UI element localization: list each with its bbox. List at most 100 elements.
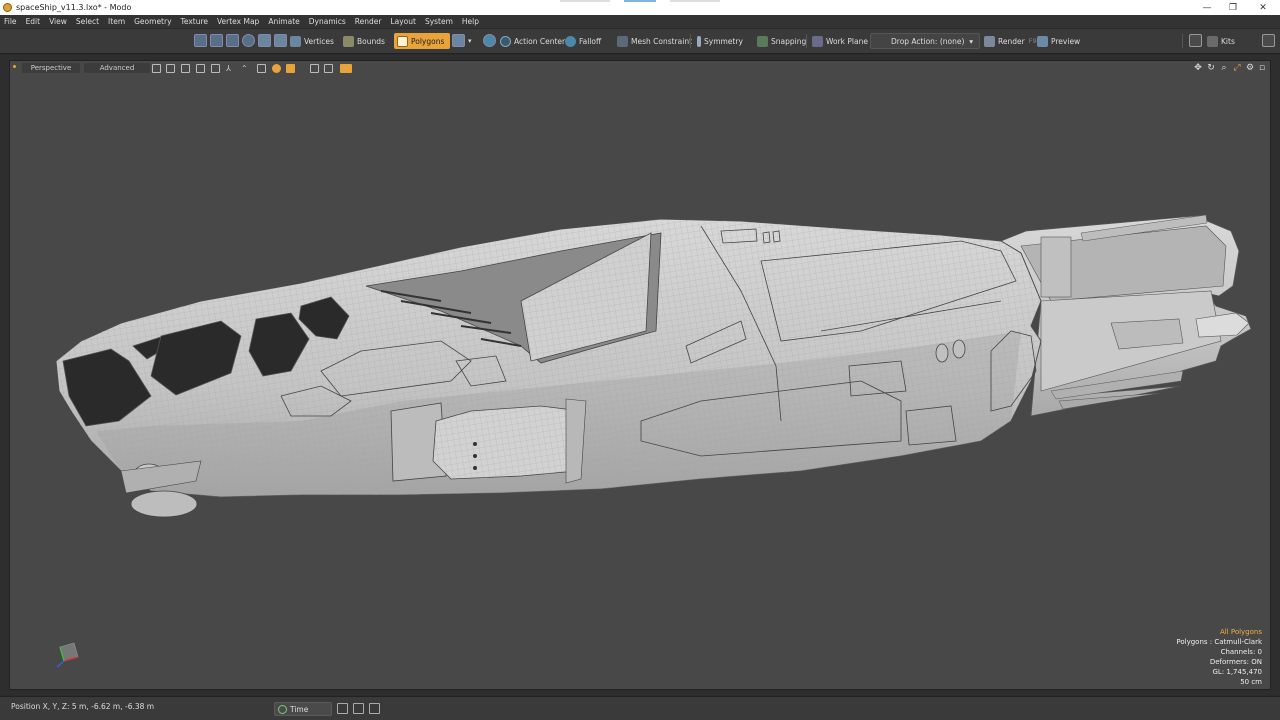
wireframe-toggle-icon[interactable] <box>181 64 190 73</box>
symmetry-button[interactable]: Symmetry <box>697 33 743 49</box>
snapping-label: Snapping <box>771 36 807 46</box>
pivot-icon[interactable] <box>483 34 496 47</box>
mode-dropdown-arrow[interactable]: ▾ <box>468 33 472 49</box>
polygons-button[interactable]: Polygons <box>394 33 451 49</box>
modo-app-icon <box>3 3 12 12</box>
menu-system[interactable]: System <box>425 17 453 26</box>
viewport-settings-icon[interactable]: ⚙ <box>1245 63 1255 73</box>
toolbar-separator <box>690 34 691 48</box>
lights-toggle-icon[interactable] <box>211 64 220 73</box>
hud-polygons: Polygons : Catmull-Clark <box>1176 638 1262 646</box>
spaceship-model <box>55 214 1252 518</box>
titlebar-hint-left <box>560 0 610 2</box>
close-button[interactable]: ✕ <box>1246 0 1280 15</box>
bounds-icon <box>343 35 354 47</box>
toolbar-separator <box>806 34 807 48</box>
bounds-button[interactable]: Bounds <box>343 33 385 49</box>
menu-texture[interactable]: Texture <box>181 17 208 26</box>
hud-scale: 50 cm <box>1240 678 1262 686</box>
preview-button[interactable]: Preview <box>1037 33 1080 49</box>
mesh-constraint-button[interactable]: Mesh Constraint <box>617 33 692 49</box>
layout-panel-icon[interactable] <box>337 703 348 714</box>
menu-geometry[interactable]: Geometry <box>134 17 171 26</box>
rotate-icon[interactable] <box>242 34 255 47</box>
shading-mode-dropdown[interactable]: Advanced <box>84 63 150 73</box>
view-mode-dropdown[interactable]: Perspective <box>22 63 80 73</box>
menu-help[interactable]: Help <box>462 17 479 26</box>
position-readout: Position X, Y, Z: 5 m, -6.62 m, -6.38 m <box>11 702 155 711</box>
menu-select[interactable]: Select <box>76 17 99 26</box>
action-center-button[interactable]: Action Center <box>500 33 565 49</box>
vertices-button[interactable]: Vertices <box>290 33 334 49</box>
textures-toggle-icon[interactable] <box>196 64 205 73</box>
maximize-viewport-icon[interactable]: ▫ <box>1257 63 1267 73</box>
mesh-constraint-icon <box>617 35 628 47</box>
render-icon <box>984 35 995 47</box>
titlebar-hint-right <box>670 0 720 2</box>
work-plane-button[interactable]: Work Plane <box>812 33 868 49</box>
restore-button[interactable]: ❐ <box>1216 0 1250 15</box>
work-plane-icon <box>812 35 823 47</box>
hud-channels: Channels: 0 <box>1220 648 1262 656</box>
polygon-display-icon[interactable] <box>286 64 295 73</box>
timeline-panel-icon[interactable] <box>353 703 364 714</box>
kits-button[interactable]: Kits <box>1207 33 1235 49</box>
safe-area-icon[interactable] <box>324 64 333 73</box>
selection-highlight-icon[interactable] <box>272 64 281 73</box>
action-center-icon <box>500 35 511 47</box>
drop-action-dropdown[interactable]: Drop Action: (none) ▾ <box>870 33 980 49</box>
bounds-label: Bounds <box>357 36 385 46</box>
drop-action-label: Drop Action: (none) <box>891 36 965 46</box>
hud-gl: GL: 1,745,470 <box>1212 668 1262 676</box>
3d-viewport[interactable]: Perspective Advanced ⅄ ⌃ ✥ ↻ ⌕ ⤢ ⚙ ▫ All… <box>9 60 1271 690</box>
menu-bar: File Edit View Select Item Geometry Text… <box>0 15 1280 29</box>
side-pod <box>390 398 587 484</box>
backdrop-toggle-icon[interactable] <box>257 64 266 73</box>
edges-mode-icon[interactable] <box>274 34 287 47</box>
preview-label: Preview <box>1051 36 1081 46</box>
pan-icon[interactable]: ✥ <box>1193 63 1203 73</box>
skeleton-icon[interactable]: ⅄ <box>226 64 235 73</box>
gizmo-z-axis <box>56 660 65 668</box>
orientation-gizmo <box>56 642 79 668</box>
menu-edit[interactable]: Edit <box>26 17 41 26</box>
menu-dynamics[interactable]: Dynamics <box>309 17 346 26</box>
time-label: Time <box>290 704 309 714</box>
snapping-button[interactable]: Snapping <box>757 33 806 49</box>
element-icon[interactable] <box>258 34 271 47</box>
symmetry-label: Symmetry <box>704 36 743 46</box>
render-region-icon[interactable] <box>310 64 319 73</box>
auto-select-icon[interactable] <box>194 34 207 47</box>
time-button[interactable]: Time <box>274 702 332 716</box>
fit-view-icon[interactable]: ⤢ <box>1232 63 1242 73</box>
search-icon[interactable] <box>1189 34 1202 47</box>
camera-icon[interactable]: ⌃ <box>241 64 250 73</box>
mesh-constraint-label: Mesh Constraint <box>631 36 693 46</box>
kits-icon <box>1207 35 1218 47</box>
grid-toggle-icon[interactable] <box>152 64 161 73</box>
polygons-label: Polygons <box>411 36 445 46</box>
menu-render[interactable]: Render <box>355 17 382 26</box>
viewport-info-hud: All Polygons Polygons : Catmull-Clark Ch… <box>1176 627 1262 687</box>
menu-file[interactable]: File <box>4 17 17 26</box>
menu-item[interactable]: Item <box>108 17 125 26</box>
falloff-button[interactable]: Falloff <box>565 33 601 49</box>
menu-view[interactable]: View <box>49 17 67 26</box>
split-panel-icon[interactable] <box>369 703 380 714</box>
menu-animate[interactable]: Animate <box>268 17 299 26</box>
item-mode-icon[interactable] <box>452 34 465 47</box>
viewport-header: Perspective Advanced ⅄ ⌃ ✥ ↻ ⌕ ⤢ ⚙ ▫ <box>10 61 1270 75</box>
workplane-toggle-icon[interactable] <box>166 64 175 73</box>
falloff-label: Falloff <box>579 36 602 46</box>
clock-icon <box>278 704 287 714</box>
rotate-view-icon[interactable]: ↻ <box>1206 63 1216 73</box>
menu-layout[interactable]: Layout <box>390 17 416 26</box>
viewport-overlay-icon[interactable] <box>340 64 352 73</box>
menu-vertex-map[interactable]: Vertex Map <box>217 17 259 26</box>
render-button[interactable]: Render F9 <box>984 33 1037 49</box>
move-icon[interactable] <box>226 34 239 47</box>
titlebar-hint-mid <box>624 0 656 2</box>
select-through-icon[interactable] <box>210 34 223 47</box>
zoom-icon[interactable]: ⌕ <box>1219 63 1229 73</box>
expand-panel-icon[interactable] <box>1262 34 1275 47</box>
